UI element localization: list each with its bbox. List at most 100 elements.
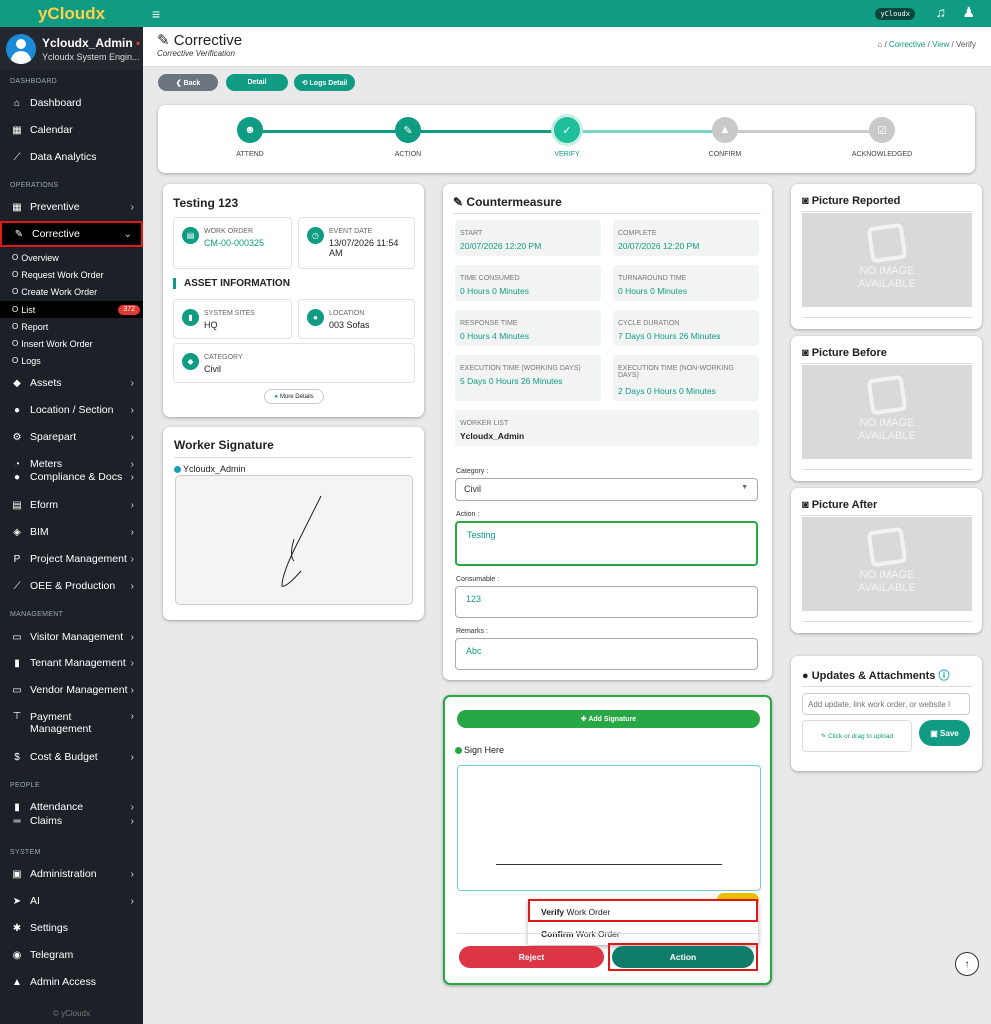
sidebar-item-assets[interactable]: ◆ Assets › xyxy=(0,375,143,391)
menu-toggle-icon[interactable]: ≡ xyxy=(152,6,160,22)
category-select[interactable]: Civil ▼ xyxy=(455,478,758,501)
sidebar-item-location[interactable]: ● Location / Section › xyxy=(0,402,143,418)
calendar-icon: ▦ xyxy=(12,201,22,213)
back-button[interactable]: ❮ Back xyxy=(158,74,218,91)
sidebar-item-cost-budget[interactable]: $ Cost & Budget › xyxy=(0,749,143,765)
page-title: ✎ Corrective xyxy=(157,32,243,49)
action-textarea[interactable]: Testing xyxy=(455,521,758,566)
sidebar-item-data-analytics[interactable]: ⟋ Data Analytics xyxy=(0,149,143,165)
profile-name: Ycloudx_Admin xyxy=(42,35,133,50)
save-button[interactable]: ▣ Save xyxy=(919,720,970,746)
action-button[interactable]: Action xyxy=(612,946,754,968)
chart-icon: ⟋ xyxy=(13,580,21,592)
metric-exec-working: EXECUTION TIME (WORKING DAYS) 5 Days 0 Ho… xyxy=(455,355,601,401)
status-dot: • xyxy=(136,35,141,50)
sidebar-item-eform[interactable]: ▤ Eform › xyxy=(0,497,143,513)
metric-response-time: RESPONSE TIME 0 Hours 4 Minutes xyxy=(455,310,601,346)
image-placeholder-icon xyxy=(866,222,908,264)
sidebar: yCloudx Ycloudx_Admin • Ycloudx System E… xyxy=(0,0,143,1024)
info-icon[interactable]: ⓘ xyxy=(938,670,949,682)
metric-turnaround-time: TURNAROUND TIME 0 Hours 0 Minutes xyxy=(613,265,759,301)
picture-before-title: ◙ Picture Before xyxy=(802,347,887,359)
crumb-corrective[interactable]: Corrective xyxy=(889,40,925,49)
sign-here-label: Sign Here xyxy=(455,745,504,755)
camera-icon: ◙ xyxy=(802,347,809,359)
info-icon: ● xyxy=(274,393,278,400)
update-input[interactable] xyxy=(802,693,970,715)
sidebar-sub-list[interactable]: O List 372 xyxy=(0,301,143,318)
more-details-button[interactable]: ● More Details xyxy=(264,389,324,404)
sidebar-item-visitor-management[interactable]: ▭ Visitor Management › xyxy=(0,629,143,645)
remarks-textarea[interactable]: Abc xyxy=(455,638,758,670)
progress-stepper: ☻ ATTEND ✎ ACTION ✓ VERIFY ▲ CONFIRM ☑ ACKNOW… xyxy=(158,105,975,173)
telegram-icon: ◉ xyxy=(12,949,22,961)
sidebar-item-vendor-management[interactable]: ▭ Vendor Management › xyxy=(0,682,143,698)
wrench-icon: ✎ xyxy=(453,195,464,209)
sidebar-item-bim[interactable]: ◈ BIM › xyxy=(0,524,143,540)
section-system: SYSTEM xyxy=(10,849,41,856)
sidebar-item-oee[interactable]: ⟋ OEE & Production › xyxy=(0,578,143,594)
sidebar-sub-create-work-order[interactable]: O Create Work Order xyxy=(0,283,143,300)
picture-after-image: NO IMAGE AVAILABLE xyxy=(802,517,972,611)
dollar-icon: $ xyxy=(14,751,20,763)
chevron-right-icon: › xyxy=(130,868,134,880)
picture-after-title: ◙ Picture After xyxy=(802,499,878,511)
lock-icon: ▲ xyxy=(12,976,22,988)
picture-reported-card: ◙ Picture Reported NO IMAGE AVAILABLE xyxy=(791,184,982,329)
sidebar-item-project-management[interactable]: P Project Management › xyxy=(0,551,143,567)
sidebar-item-telegram[interactable]: ◉ Telegram xyxy=(0,947,143,963)
consumable-textarea[interactable]: 123 xyxy=(455,586,758,618)
user-icon[interactable]: ♟ xyxy=(962,4,975,21)
sidebar-sub-overview[interactable]: O Overview xyxy=(0,249,143,266)
sidebar-item-corrective[interactable]: ✎ Corrective ⌄ xyxy=(0,221,143,247)
reject-button[interactable]: Reject xyxy=(459,946,604,968)
upload-dropzone[interactable]: ✎ Click or drag to upload xyxy=(802,720,912,752)
home-icon[interactable]: ⌂ xyxy=(877,40,882,49)
sidebar-sub-insert-work-order[interactable]: O Insert Work Order xyxy=(0,335,143,352)
claims-icon: ═ xyxy=(13,815,21,827)
sidebar-item-compliance[interactable]: ● Compliance & Docs › xyxy=(0,469,143,485)
sidebar-item-ai[interactable]: ➤ AI › xyxy=(0,893,143,909)
sidebar-item-claims[interactable]: ═ Claims › xyxy=(0,815,143,827)
sidebar-item-administration[interactable]: ▣ Administration › xyxy=(0,866,143,882)
sidebar-item-admin-access[interactable]: ▲ Admin Access xyxy=(0,974,143,990)
sidebar-item-calendar[interactable]: ▦ Calendar xyxy=(0,122,143,138)
profile-role: Ycloudx System Engin... xyxy=(42,51,140,62)
location-icon: ● xyxy=(307,309,324,326)
step-action: ✎ ACTION xyxy=(368,117,448,158)
sidebar-item-attendance[interactable]: ▮ Attendance › xyxy=(0,799,143,815)
sidebar-item-settings[interactable]: ✱ Settings xyxy=(0,920,143,936)
logs-detail-button[interactable]: ⟲ Logs Detail xyxy=(294,74,355,91)
picture-reported-image: NO IMAGE AVAILABLE xyxy=(802,213,972,307)
chevron-right-icon: › xyxy=(130,458,134,470)
sidebar-item-preventive[interactable]: ▦ Preventive › xyxy=(0,199,143,215)
scroll-top-button[interactable]: ↑ xyxy=(955,952,979,976)
tile-event-date: ◷ EVENT DATE 13/07/2026 11:54 AM xyxy=(298,217,415,269)
menu-confirm-work-order[interactable]: Confirm Work Order xyxy=(528,924,758,945)
sidebar-item-dashboard[interactable]: ⌂ Dashboard xyxy=(0,95,143,111)
signature-baseline xyxy=(496,864,722,865)
sidebar-item-tenant-management[interactable]: ▮ Tenant Management › xyxy=(0,655,143,671)
tag-icon: ◆ xyxy=(182,353,199,370)
sidebar-item-payment-management[interactable]: ⊤ Payment Management › xyxy=(0,711,143,737)
sidebar-sub-request-work-order[interactable]: O Request Work Order xyxy=(0,266,143,283)
chevron-right-icon: › xyxy=(130,377,134,389)
signature-pad[interactable] xyxy=(457,765,761,891)
menu-verify-work-order[interactable]: Verify Work Order xyxy=(528,899,758,922)
tile-category: ◆ CATEGORY Civil xyxy=(173,343,415,383)
location-icon: ● xyxy=(13,404,21,416)
add-signature-button[interactable]: ✚ Add Signature xyxy=(457,710,760,728)
signer-name: Ycloudx_Admin xyxy=(174,464,246,474)
bell-icon[interactable]: ♫ xyxy=(936,4,947,20)
sidebar-sub-logs[interactable]: O Logs xyxy=(0,352,143,369)
step-verify: ✓ VERIFY xyxy=(527,117,607,158)
chart-icon: ⟋ xyxy=(13,151,21,163)
crumb-view[interactable]: View xyxy=(932,40,949,49)
user-profile[interactable]: Ycloudx_Admin • Ycloudx System Engin... xyxy=(0,27,143,70)
wrench-icon: ✎ xyxy=(395,117,421,143)
app-switch-pill[interactable]: yCloudx xyxy=(875,8,915,20)
detail-button[interactable]: Detail xyxy=(226,74,288,91)
dot-icon xyxy=(174,465,181,473)
sidebar-sub-report[interactable]: O Report xyxy=(0,318,143,335)
sidebar-item-sparepart[interactable]: ⚙ Sparepart › xyxy=(0,429,143,445)
